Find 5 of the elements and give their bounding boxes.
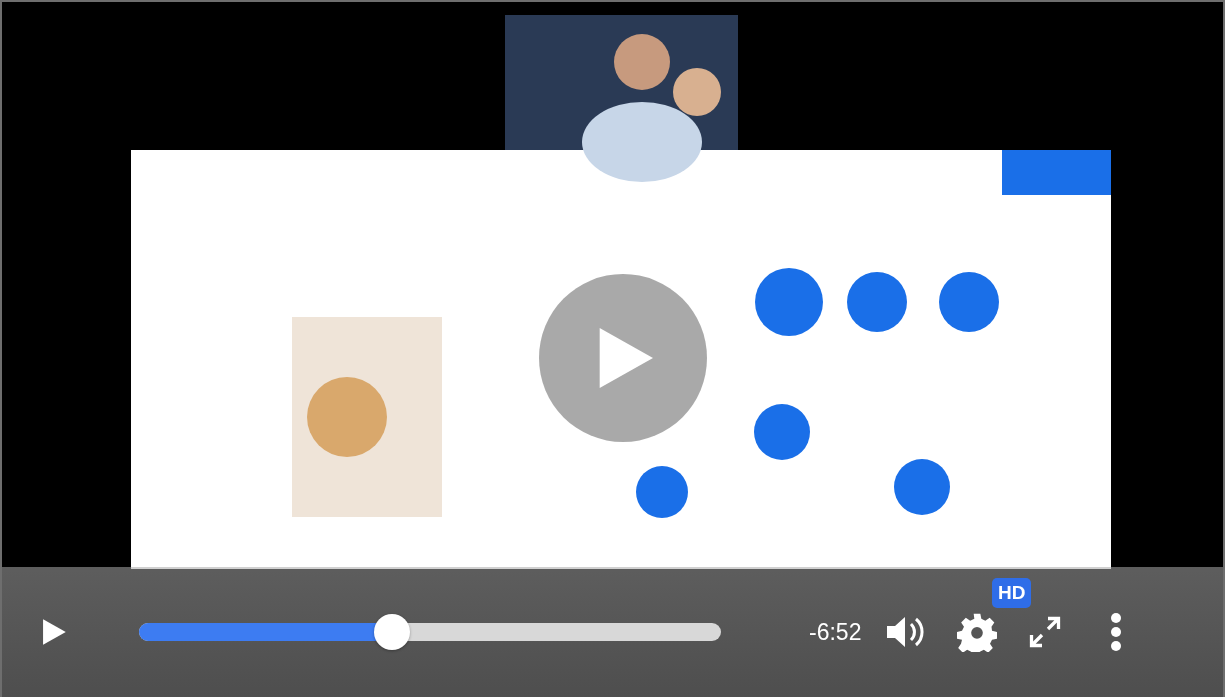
time-remaining: -6:52 (809, 618, 862, 646)
settings-icon (957, 612, 998, 652)
progress-handle[interactable] (374, 614, 411, 650)
quality-badge: HD (992, 578, 1032, 608)
more-icon (1109, 612, 1124, 652)
